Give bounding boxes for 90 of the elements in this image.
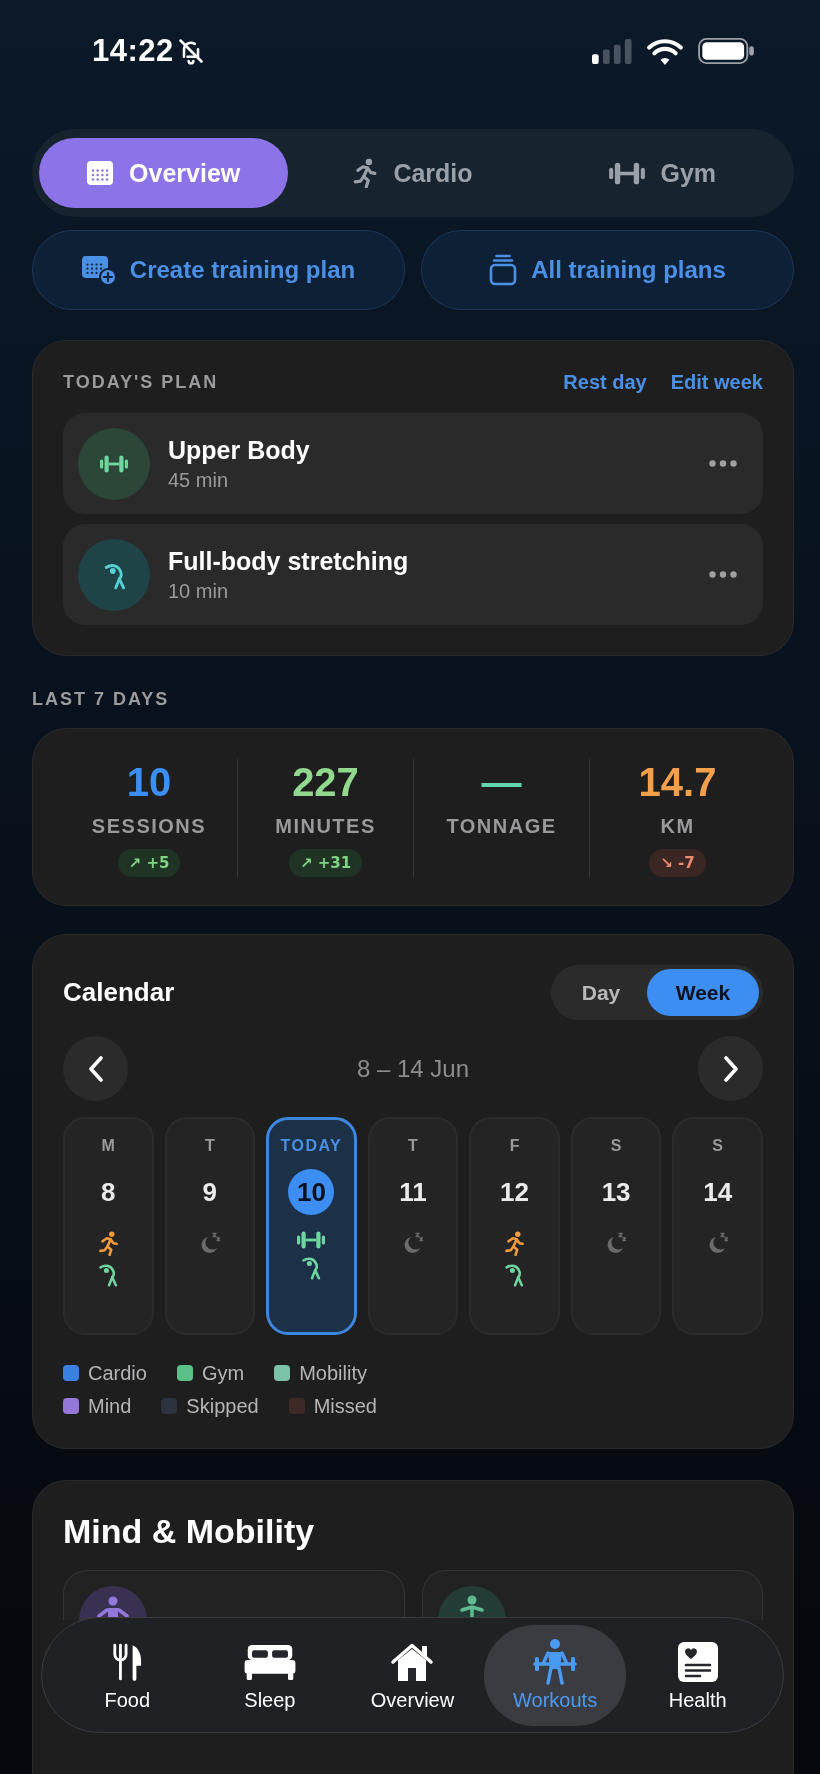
weightlifter-icon	[531, 1638, 580, 1685]
legend-label: Gym	[201, 1361, 245, 1385]
workout-duration: 45 min	[168, 468, 230, 492]
weekday-label: S	[610, 1136, 622, 1156]
stat-value: 10	[126, 759, 172, 805]
bell-slash-icon	[176, 37, 205, 65]
stat-label: KM	[660, 814, 695, 839]
weekday-label: TODAY	[280, 1136, 343, 1156]
day-number: 11	[398, 1175, 428, 1209]
bed-icon	[243, 1643, 296, 1680]
tab-bar-item[interactable]: Overview	[341, 1624, 484, 1726]
tab-bar-item[interactable]: Food	[56, 1624, 199, 1726]
tab-bar-item[interactable]: Workouts	[483, 1624, 627, 1726]
action-button[interactable]: All training plans	[421, 230, 794, 310]
stat-value: 227	[292, 759, 359, 805]
weekday-label: M	[101, 1136, 115, 1156]
ellipsis-icon[interactable]	[709, 571, 737, 578]
day-number: 10	[288, 1169, 335, 1215]
runner-icon	[505, 1231, 525, 1256]
plan-item[interactable]: Upper Body 45 min	[63, 413, 763, 514]
date-range: 8 – 14 Jun	[356, 1054, 470, 1083]
weekday-label: T	[204, 1136, 215, 1156]
heart-document-icon	[677, 1641, 718, 1682]
runner-icon	[98, 1231, 118, 1256]
segment-tab[interactable]: Gym	[537, 138, 787, 208]
runner-icon	[353, 158, 378, 188]
day-tile[interactable]: T 11	[367, 1117, 459, 1335]
stretching-figure-icon	[301, 1257, 321, 1280]
tab-bar-item[interactable]: Sleep	[198, 1624, 342, 1726]
legend-label: Missed	[313, 1394, 377, 1418]
action-button[interactable]: Create training plan	[32, 230, 405, 310]
day-tile[interactable]: TODAY 10	[266, 1117, 357, 1335]
legend-label: Mind	[88, 1394, 132, 1418]
stat-label: TONNAGE	[446, 814, 557, 839]
day-tile[interactable]: T 9	[164, 1117, 256, 1335]
workout-title: Full-body stretching	[168, 546, 409, 576]
view-option[interactable]: Day	[555, 969, 647, 1016]
calendar-icon	[87, 161, 114, 185]
day-number: 13	[600, 1175, 632, 1209]
chevron-right-icon	[722, 1055, 739, 1082]
text-link[interactable]: Rest day	[563, 370, 647, 394]
workout-title: Upper Body	[168, 435, 310, 465]
stretching-figure-icon	[505, 1264, 525, 1287]
day-number: 8	[100, 1175, 117, 1209]
section-heading: Calendar	[63, 977, 175, 1008]
stack-icon	[489, 254, 518, 286]
segment-tab[interactable]: Overview	[39, 138, 289, 208]
dumbbell-icon	[608, 161, 645, 185]
day-tile[interactable]: F 12	[469, 1117, 560, 1335]
legend-label: Mobility	[299, 1361, 367, 1385]
stretching-figure-disc-icon	[78, 538, 150, 611]
trend-change: ↘ -7	[649, 849, 706, 877]
view-option[interactable]: Week	[647, 969, 759, 1016]
section-heading: Mind & Mobility	[63, 1511, 316, 1551]
signal-icon	[592, 38, 632, 64]
day-tile[interactable]: S 13	[570, 1117, 662, 1335]
stat-label: MINUTES	[275, 814, 376, 839]
legend-label: Cardio	[88, 1361, 147, 1385]
day-number: 14	[702, 1175, 734, 1209]
stretching-figure-icon	[98, 1264, 118, 1287]
weekday-label: S	[712, 1136, 724, 1156]
legend-label: Skipped	[186, 1394, 259, 1418]
segment-tab[interactable]: Cardio	[288, 138, 538, 208]
dumbbell-icon	[297, 1231, 326, 1249]
tab-bar-item[interactable]: Health	[626, 1624, 769, 1726]
day-tile[interactable]: M 8	[63, 1117, 154, 1335]
battery-icon	[698, 38, 754, 64]
stat-label: SESSIONS	[91, 814, 207, 839]
chevron-left-icon	[87, 1055, 104, 1082]
section-label: LAST 7 DAYS	[32, 688, 171, 710]
trend-change: ↗ +31	[288, 849, 363, 877]
weekday-label: T	[408, 1136, 418, 1156]
stat-value: —	[481, 759, 522, 805]
workout-duration: 10 min	[168, 579, 230, 603]
status-time: 14:22	[92, 33, 174, 69]
weekday-label: F	[509, 1136, 520, 1156]
day-number: 12	[499, 1175, 530, 1209]
dumbbell-disc-icon	[78, 427, 150, 500]
wifi-icon	[646, 37, 684, 65]
day-number: 9	[201, 1175, 219, 1209]
trend-change: ↗ +5	[117, 849, 181, 877]
ellipsis-icon[interactable]	[709, 460, 737, 467]
plan-item[interactable]: Full-body stretching 10 min	[63, 524, 763, 625]
house-icon	[390, 1641, 435, 1682]
section-label: TODAY'S PLAN	[63, 371, 219, 393]
calendar-plus-icon	[81, 255, 116, 285]
text-link[interactable]: Edit week	[670, 370, 763, 394]
day-tile[interactable]: S 14	[672, 1117, 763, 1335]
stat-value: 14.7	[638, 759, 717, 805]
fork-knife-icon	[112, 1641, 143, 1682]
